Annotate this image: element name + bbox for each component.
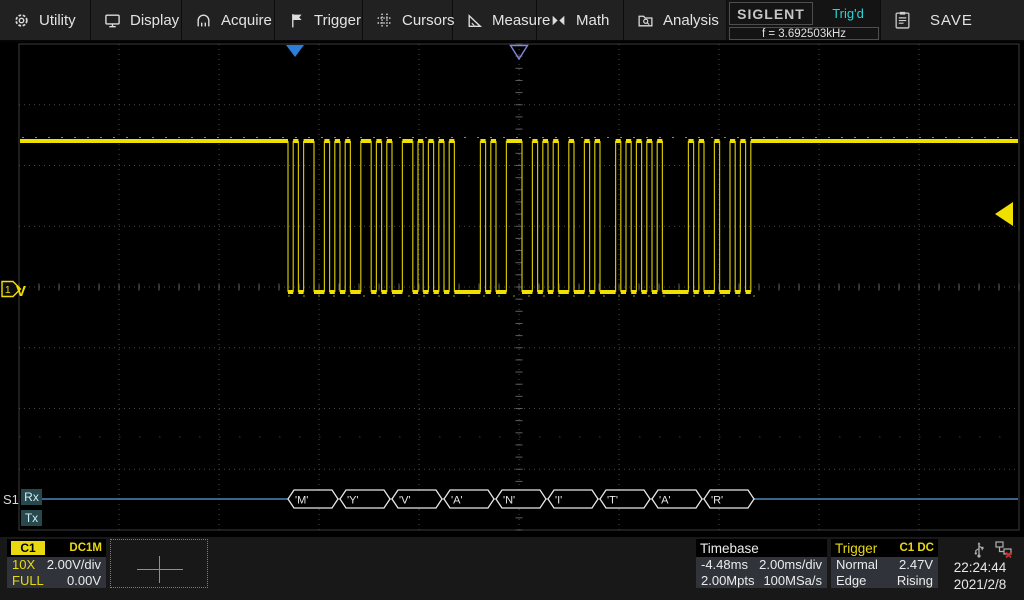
trigger-source: C1 — [899, 542, 914, 554]
folder-search-icon — [637, 12, 654, 29]
flag-icon — [288, 12, 305, 29]
channel-number-label: 1 — [5, 285, 11, 296]
channel1-bandwidth: FULL — [12, 573, 44, 588]
graticule — [19, 44, 1019, 530]
save-button[interactable]: SAVE — [881, 0, 1024, 40]
trigger-panel[interactable]: Trigger C1 DC Normal 2.47V Edge Rising — [831, 539, 938, 588]
decode-frame-label: 'V' — [399, 495, 411, 507]
decode-frame: 'I' — [548, 490, 598, 508]
trigger-level-marker[interactable] — [995, 202, 1013, 226]
clock-time: 22:24:44 — [941, 560, 1019, 575]
serial-decode-bus: 'M' 'Y' 'V' 'A' 'N' 'I' 'T' 'A' 'R' — [41, 490, 1018, 508]
cursor-grid-icon — [376, 12, 393, 29]
usb-icon — [972, 542, 986, 558]
crosshair-icon — [137, 569, 183, 570]
top-menu-bar: Utility Display Acquire Trigger Cursors — [0, 0, 1024, 42]
monitor-icon — [104, 12, 121, 29]
trigger-slope: Rising — [897, 573, 933, 588]
decode-frame-label: 'M' — [295, 495, 308, 507]
trigger-type: Edge — [836, 573, 866, 588]
trigger-title: Trigger — [835, 541, 877, 556]
timebase-title: Timebase — [700, 541, 759, 556]
menu-item-label: Acquire — [221, 12, 272, 29]
timebase-scale: 2.00ms/div — [759, 557, 822, 572]
channel1-coupling: DC1M — [69, 542, 102, 554]
menu-item-trigger[interactable]: Trigger — [275, 0, 363, 40]
decode-frame: 'Y' — [340, 490, 390, 508]
gear-icon — [13, 12, 30, 29]
save-label: SAVE — [930, 12, 973, 29]
waveform-display: 'M' 'Y' 'V' 'A' 'N' 'I' 'T' 'A' 'R' 1 V S1 Rx Tx — [0, 42, 1024, 537]
trigger-coupling: DC — [917, 542, 934, 554]
decode-frame-label: 'T' — [607, 495, 618, 507]
decode-bus-name: S1 — [3, 492, 19, 507]
decode-rx-badge[interactable]: Rx — [21, 489, 42, 505]
bowtie-icon — [550, 12, 567, 29]
channel1-scale: 2.00V/div — [47, 557, 101, 572]
acquire-arch-icon — [195, 12, 212, 29]
trigger-level: 2.47V — [899, 557, 933, 572]
siglent-logo: SIGLENT — [729, 2, 813, 25]
channel1-offset-marker[interactable]: 1 V — [2, 282, 26, 301]
menu-item-display[interactable]: Display — [91, 0, 182, 40]
trigger-mode: Normal — [836, 557, 878, 572]
channel1-badge: C1 — [11, 541, 45, 555]
channel-unit-label: V — [16, 283, 26, 300]
save-clipboard-icon — [895, 11, 910, 29]
disconnected-x-icon — [1006, 553, 1011, 558]
crosshair-icon — [159, 556, 160, 583]
menu-item-label: Cursors — [402, 12, 455, 29]
menu-item-label: Utility — [39, 12, 76, 29]
decode-frame-label: 'N' — [503, 495, 515, 507]
menu-item-utility[interactable]: Utility — [0, 0, 91, 40]
timebase-memory: 2.00Mpts — [701, 573, 754, 588]
decode-frame: 'A' — [444, 490, 494, 508]
decode-frame: 'R' — [704, 490, 754, 508]
decode-tx-badge[interactable]: Tx — [21, 510, 42, 526]
delay-reference-marker[interactable] — [511, 46, 528, 60]
decode-frame: 'N' — [496, 490, 546, 508]
menu-item-measure[interactable]: Measure — [453, 0, 537, 40]
menu-item-acquire[interactable]: Acquire — [182, 0, 275, 40]
decode-frame: 'A' — [652, 490, 702, 508]
decode-frame-label: 'I' — [555, 495, 562, 507]
decode-frame-label: 'A' — [451, 495, 463, 507]
channel1-offset: 0.00V — [67, 573, 101, 588]
timebase-delay: -4.48ms — [701, 557, 748, 572]
decode-frame: 'M' — [288, 490, 338, 508]
network-disconnected-icon — [995, 541, 1013, 558]
menu-item-label: Display — [130, 12, 179, 29]
clock-date: 2021/2/8 — [941, 577, 1019, 592]
trigger-position-marker[interactable] — [286, 45, 304, 57]
decode-frame-label: 'Y' — [347, 495, 359, 507]
timebase-panel[interactable]: Timebase -4.48ms 2.00ms/div 2.00Mpts 100… — [696, 539, 827, 588]
menu-item-math[interactable]: Math — [537, 0, 624, 40]
menu-item-label: Math — [576, 12, 609, 29]
brand-status-zone: SIGLENT Trig'd f = 3.692503kHz — [727, 0, 881, 40]
channel1-trace — [20, 138, 1018, 297]
empty-channel-slot[interactable] — [110, 539, 208, 588]
trigger-status-badge: Trig'd — [819, 2, 877, 25]
decode-frame-label: 'R' — [711, 495, 723, 507]
decode-frame: 'T' — [600, 490, 650, 508]
menu-item-label: Analysis — [663, 12, 719, 29]
frequency-counter: f = 3.692503kHz — [729, 27, 879, 40]
set-square-icon — [466, 12, 483, 29]
decode-frame: 'V' — [392, 490, 442, 508]
menu-item-cursors[interactable]: Cursors — [363, 0, 453, 40]
channel1-probe: 10X — [12, 557, 35, 572]
menu-item-label: Trigger — [314, 12, 361, 29]
timebase-samplerate: 100MSa/s — [763, 573, 822, 588]
menu-item-analysis[interactable]: Analysis — [624, 0, 727, 40]
channel1-panel[interactable]: C1 DC1M 10X 2.00V/div FULL 0.00V — [7, 539, 106, 588]
decode-frame-label: 'A' — [659, 495, 671, 507]
status-bar: C1 DC1M 10X 2.00V/div FULL 0.00V Timebas… — [0, 537, 1024, 600]
